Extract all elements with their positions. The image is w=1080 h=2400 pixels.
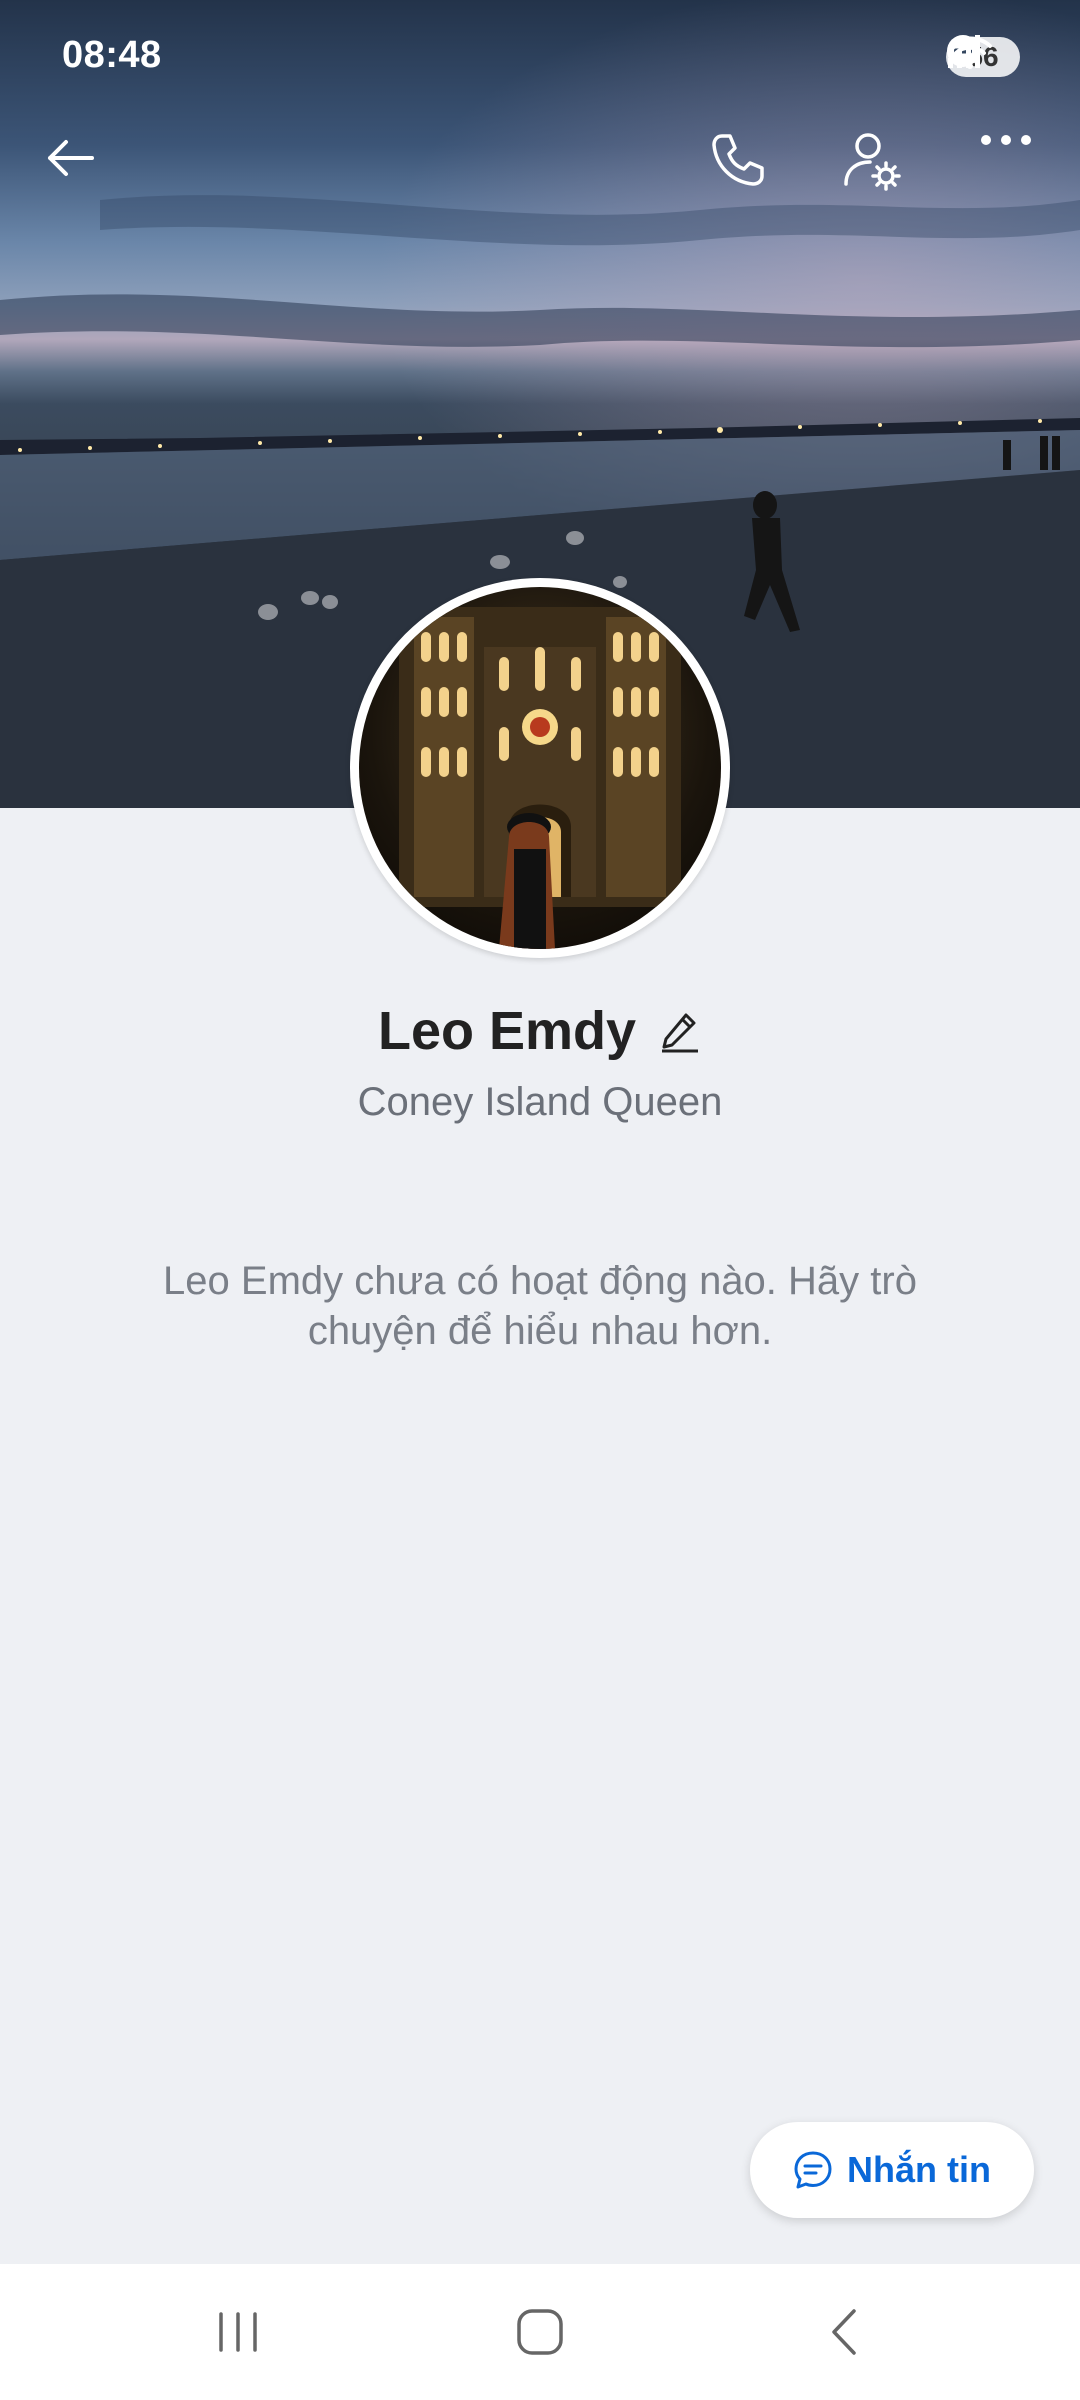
- status-icons: 56: [946, 34, 1020, 80]
- home-button[interactable]: [500, 2292, 580, 2372]
- system-back-button[interactable]: [804, 2292, 884, 2372]
- cathedral-photo: [399, 607, 681, 949]
- profile-settings-button[interactable]: [842, 130, 912, 200]
- user-settings-icon: [844, 133, 901, 191]
- send-message-button[interactable]: Nhắn tin: [750, 2122, 1034, 2218]
- profile-name: Leo Emdy: [377, 1001, 637, 1061]
- system-navigation-bar: [0, 2264, 1080, 2400]
- back-icon: [832, 2309, 856, 2355]
- signal-icon: [948, 35, 980, 68]
- phone-icon: [712, 134, 764, 186]
- empty-activity-message: Leo Emdy chưa có hoạt động nào. Hãy trò …: [163, 1259, 917, 1353]
- more-options-button[interactable]: [978, 130, 1048, 200]
- back-arrow-icon: [48, 140, 94, 176]
- call-button[interactable]: [708, 130, 778, 200]
- edit-pencil-icon[interactable]: [660, 1009, 702, 1053]
- avatar-image: [359, 587, 721, 949]
- status-time: 08:48: [62, 34, 162, 76]
- recent-apps-button[interactable]: [198, 2292, 278, 2372]
- profile-subtitle: Coney Island Queen: [357, 1080, 723, 1124]
- back-button[interactable]: [42, 130, 112, 200]
- send-message-label: Nhắn tin: [847, 2149, 991, 2190]
- recent-apps-icon: [219, 2312, 257, 2352]
- home-icon: [517, 2309, 563, 2355]
- avatar[interactable]: [350, 578, 730, 958]
- chat-bubble-icon: [794, 2151, 832, 2189]
- profile-name-row: Leo Emdy: [0, 1000, 1080, 1062]
- more-icon: [981, 135, 1031, 145]
